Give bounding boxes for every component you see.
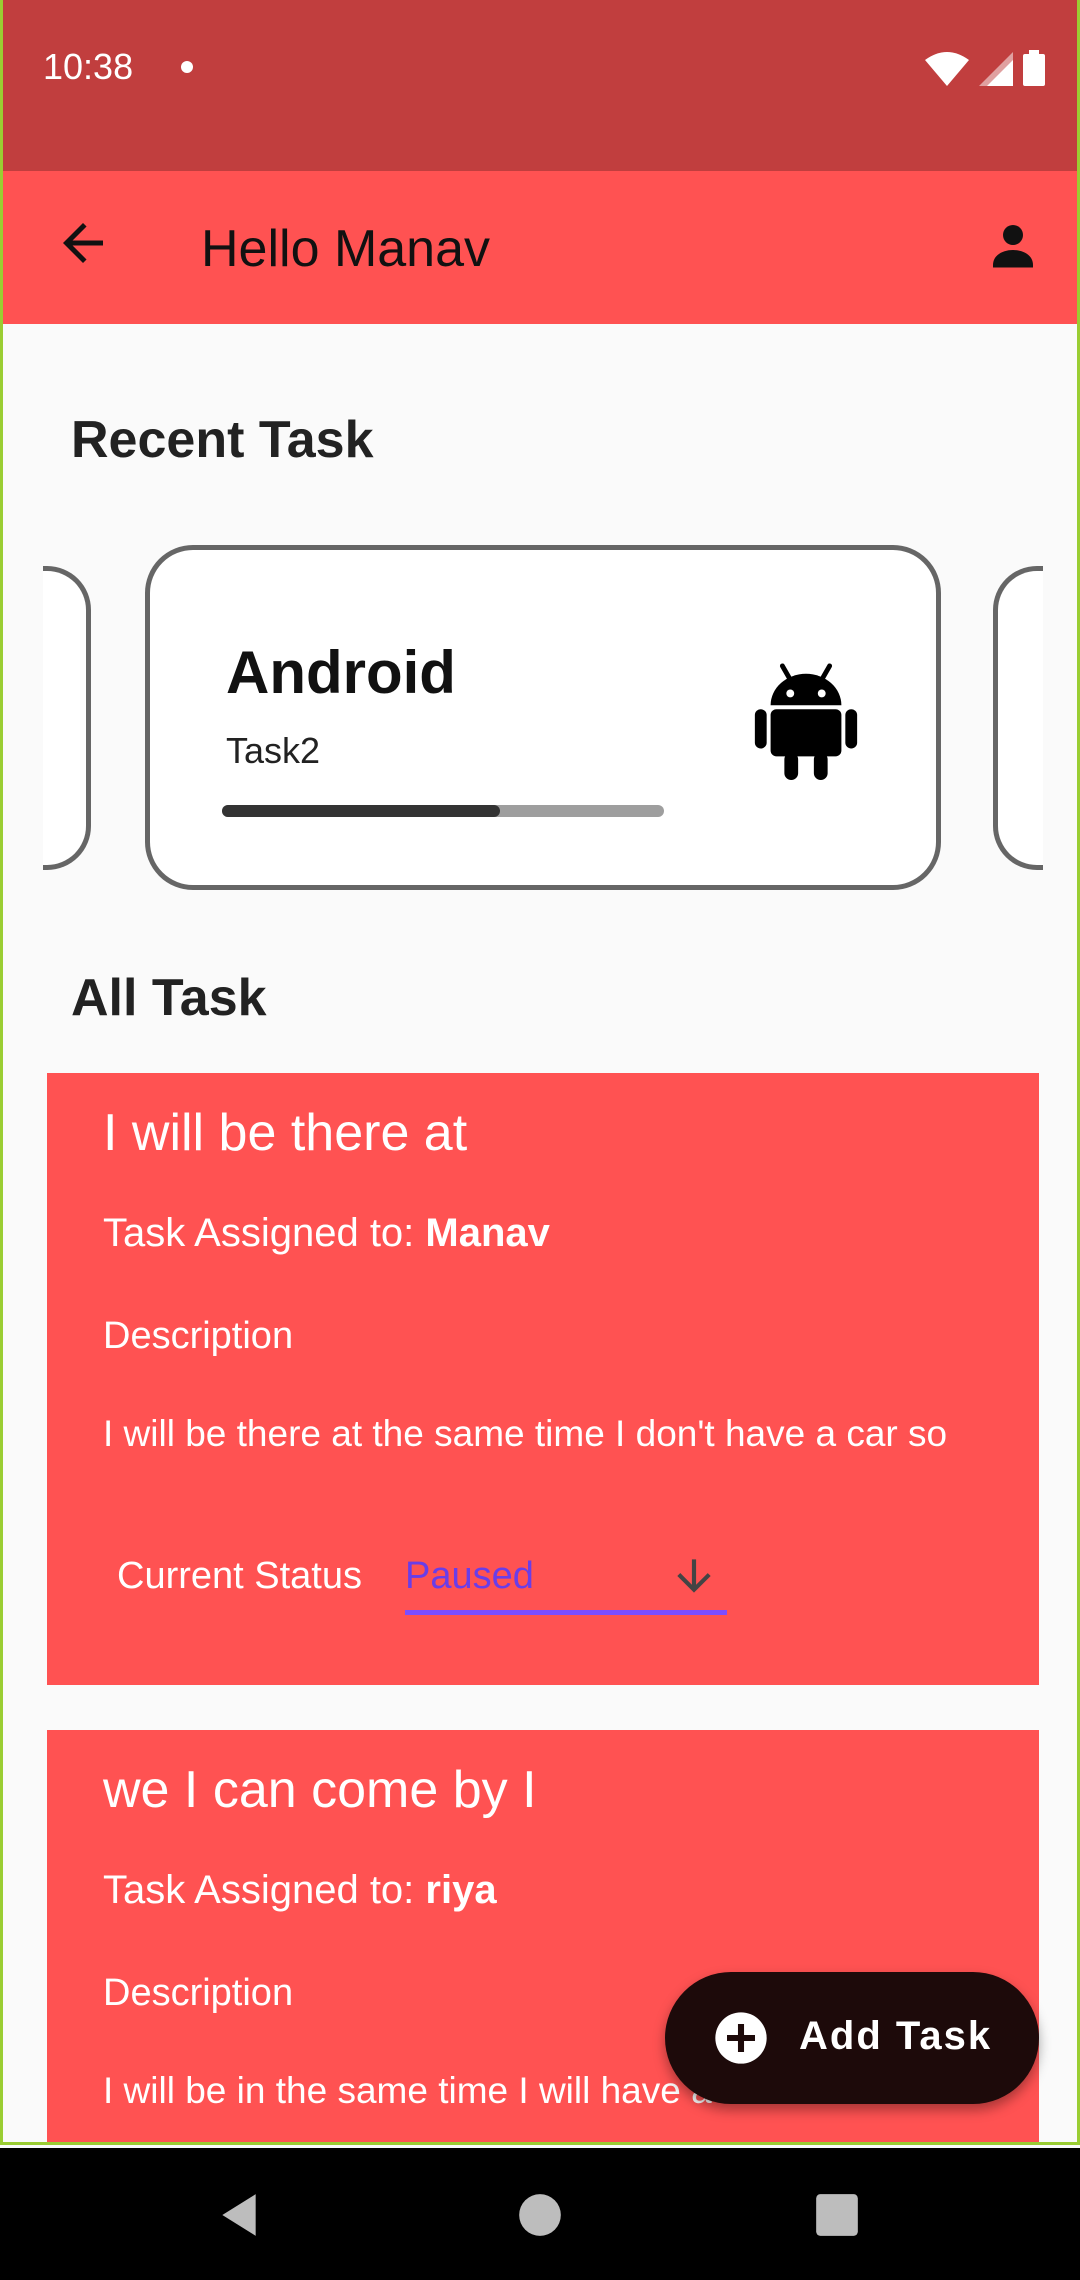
back-arrow-icon[interactable]	[53, 213, 113, 273]
android-icon	[754, 663, 858, 780]
recent-card-previous[interactable]	[43, 566, 91, 870]
app-bar: Hello Manav	[3, 171, 1077, 324]
recent-card-progress-fill	[222, 805, 501, 817]
task-title: I will be there at	[103, 1104, 468, 1162]
recent-task-card[interactable]: Android Task2	[145, 545, 941, 890]
notification-dot-icon	[181, 61, 193, 73]
task-card[interactable]: I will be there at Task Assigned to: Man…	[47, 1073, 1039, 1685]
task-status-dropdown[interactable]: Paused	[405, 1541, 727, 1615]
task-assignee: Manav	[425, 1211, 550, 1255]
task-status-value: Paused	[405, 1555, 534, 1597]
task-assigned: Task Assigned to: riya	[103, 1868, 497, 1913]
recent-card-progress	[222, 805, 664, 817]
battery-icon	[1023, 50, 1045, 86]
nav-recents-icon[interactable]	[812, 2190, 862, 2240]
add-task-button[interactable]: Add Task	[665, 1972, 1039, 2104]
arrow-down-icon	[677, 1559, 711, 1593]
recent-card-subtitle: Task2	[226, 730, 321, 771]
task-description-label: Description	[103, 1315, 294, 1357]
recent-card-title: Android	[226, 639, 456, 706]
task-title: we I can come by I	[103, 1761, 537, 1819]
task-assignee: riya	[425, 1868, 497, 1912]
task-status-label: Current Status	[117, 1555, 362, 1597]
task-assigned: Task Assigned to: Manav	[103, 1211, 550, 1256]
wifi-icon	[925, 52, 969, 86]
recent-task-heading: Recent Task	[71, 411, 374, 469]
profile-icon[interactable]	[983, 215, 1043, 275]
task-description-label: Description	[103, 1972, 294, 2014]
navigation-bar	[0, 2148, 1080, 2280]
recent-card-next[interactable]	[993, 566, 1043, 870]
add-task-label: Add Task	[799, 2014, 993, 2058]
status-bar: 10:38	[3, 0, 1077, 171]
task-assigned-label: Task Assigned to:	[103, 1868, 426, 1912]
signal-icon	[979, 52, 1013, 86]
status-time: 10:38	[43, 46, 134, 87]
page-title: Hello Manav	[201, 220, 491, 278]
nav-home-icon[interactable]	[515, 2190, 565, 2240]
status-icons	[925, 50, 1045, 86]
task-description: I will be there at the same time I don't…	[103, 1413, 948, 1454]
task-assigned-label: Task Assigned to:	[103, 1211, 426, 1255]
all-task-heading: All Task	[71, 969, 267, 1027]
nav-back-icon[interactable]	[214, 2190, 264, 2240]
add-circle-icon	[715, 2012, 767, 2064]
app-screen: 10:38 Hello Manav Recent Task Android Ta…	[0, 0, 1080, 2145]
